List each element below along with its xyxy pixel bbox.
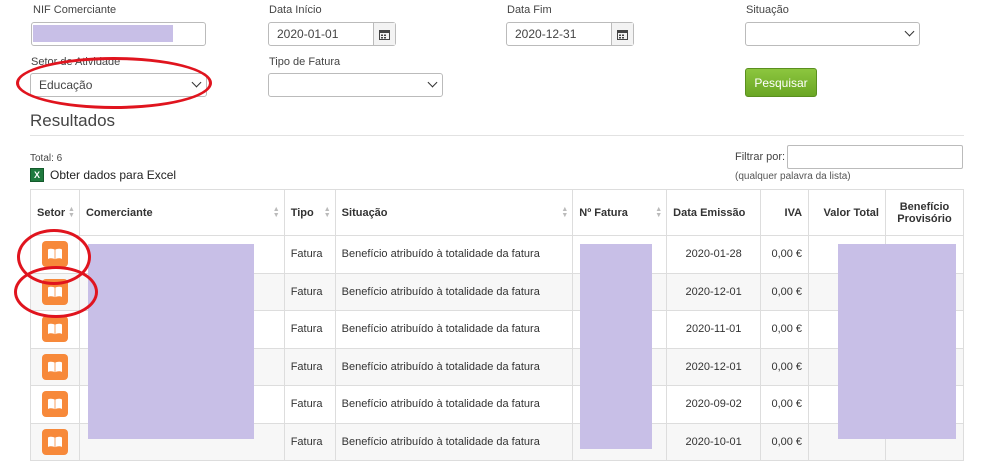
tipo-cell: Fatura [283,347,336,386]
data-emissao-cell: 2020-12-01 [666,272,762,311]
tipo-cell: Fatura [283,235,336,274]
tipo-fatura-select[interactable] [268,73,443,97]
filter-hint: (qualquer palavra da lista) [735,171,851,182]
setor-cell [30,235,80,274]
data-emissao-cell: 2020-10-01 [666,422,762,461]
search-button[interactable]: Pesquisar [745,68,817,97]
sort-icon: ▲ ▼ [272,206,280,219]
iva-cell: 0,00 € [760,347,810,386]
excel-export-link[interactable]: X Obter dados para Excel [30,168,176,182]
book-icon [41,428,68,455]
table-header-row: Setor ▲ ▼ Comerciante ▲ ▼ Tipo ▲ ▼ Situação ▲ ▼ … [30,189,965,236]
iva-cell: 0,00 € [760,422,810,461]
situacao-label: Situação [746,4,789,16]
col-header-valor-total[interactable]: Valor Total [808,189,886,236]
tipo-cell: Fatura [283,272,336,311]
chevron-down-icon [191,77,202,88]
col-header-numero-fatura[interactable]: Nº Fatura ▲ ▼ [572,189,668,236]
tipo-cell: Fatura [283,422,336,461]
col-label: Situação [341,206,388,219]
situacao-cell: Benefício atribuído à totalidade da fatu… [334,272,574,311]
setor-cell [30,385,80,424]
iva-cell: 0,00 € [760,310,810,349]
data-emissao-cell: 2020-12-01 [666,347,762,386]
filter-input[interactable] [787,145,963,169]
redacted-nif [33,25,173,42]
col-header-tipo[interactable]: Tipo ▲ ▼ [283,189,336,236]
col-label: Valor Total [823,206,879,219]
situacao-cell: Benefício atribuído à totalidade da fatu… [334,310,574,349]
redacted-valores [838,244,956,439]
redacted-comerciante [88,244,254,439]
data-emissao-cell: 2020-01-28 [666,235,762,274]
situacao-cell: Benefício atribuído à totalidade da fatu… [334,347,574,386]
col-header-comerciante[interactable]: Comerciante ▲ ▼ [78,189,285,236]
setor-value: Educação [39,78,93,92]
calendar-icon[interactable] [611,23,633,45]
data-inicio-label: Data Início [269,4,322,16]
divider [30,135,964,136]
book-icon [41,316,68,343]
iva-cell: 0,00 € [760,235,810,274]
col-header-situacao[interactable]: Situação ▲ ▼ [334,189,574,236]
situacao-cell: Benefício atribuído à totalidade da fatu… [334,385,574,424]
data-fim-input[interactable]: 2020-12-31 [506,22,634,46]
col-label: Setor [37,206,66,219]
setor-cell [30,310,80,349]
chevron-down-icon [904,26,915,37]
col-header-data-emissao[interactable]: Data Emissão [666,189,762,236]
col-label: Benefício Provisório [897,200,952,225]
sort-icon: ▲ ▼ [655,206,663,219]
data-fim-label: Data Fim [507,4,552,16]
setor-cell [30,422,80,461]
col-label: Comerciante [85,206,153,219]
filter-label: Filtrar por: [735,151,786,163]
excel-icon: X [30,168,44,182]
situacao-cell: Benefício atribuído à totalidade da fatu… [334,422,574,461]
book-icon [41,353,68,380]
results-title: Resultados [30,111,116,130]
tipo-fatura-label: Tipo de Fatura [269,56,341,68]
setor-select[interactable]: Educação [30,73,207,97]
data-inicio-input[interactable]: 2020-01-01 [268,22,396,46]
total-count: Total: 6 [30,153,63,164]
col-header-setor[interactable]: Setor ▲ ▼ [30,189,80,236]
data-inicio-value: 2020-01-01 [277,27,339,41]
setor-label: Setor de Atividade [31,56,121,68]
setor-cell [30,347,80,386]
book-icon [41,241,68,268]
calendar-icon[interactable] [373,23,395,45]
excel-export-label: Obter dados para Excel [50,168,177,182]
tipo-cell: Fatura [283,310,336,349]
situacao-select[interactable] [745,22,920,46]
book-icon [41,278,68,305]
sort-icon: ▲ ▼ [68,206,75,219]
sort-icon: ▲ ▼ [323,206,331,219]
col-label: IVA [784,206,803,219]
col-header-beneficio[interactable]: Benefício Provisório [884,189,965,236]
book-icon [41,391,68,418]
data-emissao-cell: 2020-11-01 [666,310,762,349]
redacted-numero-fatura [580,244,652,449]
col-label: Tipo [290,206,314,219]
setor-cell [30,272,80,311]
iva-cell: 0,00 € [760,385,810,424]
data-fim-value: 2020-12-31 [515,27,577,41]
data-emissao-cell: 2020-09-02 [666,385,762,424]
col-header-iva[interactable]: IVA [760,189,810,236]
nif-label: NIF Comerciante [33,4,117,16]
iva-cell: 0,00 € [760,272,810,311]
col-label: Data Emissão [673,206,746,219]
situacao-cell: Benefício atribuído à totalidade da fatu… [334,235,574,274]
col-label: Nº Fatura [579,206,628,219]
sort-icon: ▲ ▼ [561,206,569,219]
tipo-cell: Fatura [283,385,336,424]
chevron-down-icon [427,77,438,88]
